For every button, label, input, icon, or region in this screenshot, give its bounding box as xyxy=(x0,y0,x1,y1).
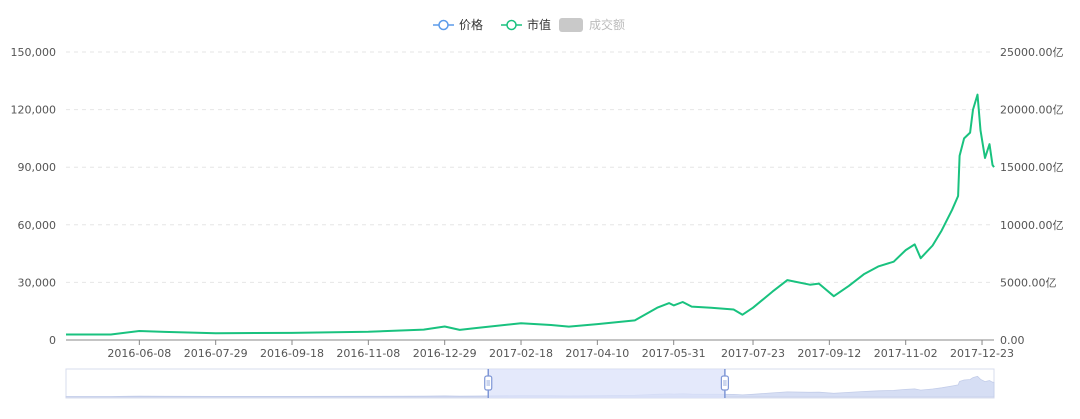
legend-label-volume: 成交额 xyxy=(589,17,625,32)
x-tick-label: 2017-11-02 xyxy=(874,347,938,360)
left-y-tick-label: 60,000 xyxy=(18,219,57,232)
right-y-tick-label: 10000.00亿 xyxy=(1000,219,1064,232)
x-tick-label: 2016-07-29 xyxy=(184,347,248,360)
data-zoom-slider[interactable] xyxy=(65,368,995,399)
series-layer xyxy=(66,93,995,336)
right-y-tick-label: 15000.00亿 xyxy=(1000,161,1064,174)
x-tick-label: 2016-12-29 xyxy=(413,347,477,360)
x-tick-label: 2016-11-08 xyxy=(336,347,400,360)
x-tick-label: 2017-12-23 xyxy=(950,347,1014,360)
legend: 价格 市值 成交额 xyxy=(433,17,625,32)
x-tick-label: 2017-05-31 xyxy=(642,347,706,360)
legend-label-price: 价格 xyxy=(459,17,483,32)
legend-marker-icon xyxy=(438,19,449,31)
left-y-tick-label: 30,000 xyxy=(18,276,57,289)
x-tick-label: 2017-04-10 xyxy=(565,347,629,360)
left-y-tick-label: 120,000 xyxy=(11,104,57,117)
right-y-tick-label: 25000.00亿 xyxy=(1000,46,1064,59)
left-y-tick-label: 90,000 xyxy=(18,161,57,174)
series-line-market-cap xyxy=(66,93,995,336)
x-axis: 2016-06-08 2016-07-29 2016-09-18 2016-11-08… xyxy=(66,339,1014,360)
legend-box-icon xyxy=(559,18,583,32)
left-y-axis: 0 30,000 60,000 90,000 120,000 150,000 xyxy=(11,46,57,347)
legend-item-price[interactable]: 价格 xyxy=(433,17,483,32)
left-y-tick-label: 0 xyxy=(49,334,56,347)
left-y-tick-label: 150,000 xyxy=(11,46,57,59)
right-y-tick-label: 5000.00亿 xyxy=(1000,276,1057,289)
market-chart: 价格 市值 成交额 0 30,000 60,000 90,000 120,000 150,… xyxy=(11,17,1064,399)
grid-lines xyxy=(66,51,994,283)
right-y-tick-label: 0.00 xyxy=(1000,334,1025,347)
legend-label-market-cap: 市值 xyxy=(527,17,551,32)
x-tick-label: 2016-06-08 xyxy=(107,347,171,360)
x-tick-label: 2017-02-18 xyxy=(489,347,553,360)
x-tick-label: 2016-09-18 xyxy=(260,347,324,360)
right-y-axis: 0.00 5000.00亿 10000.00亿 15000.00亿 20000.00亿 2… xyxy=(1000,46,1064,347)
legend-marker-icon xyxy=(506,19,517,31)
legend-item-volume[interactable]: 成交额 xyxy=(559,17,625,32)
legend-item-market-cap[interactable]: 市值 xyxy=(501,17,551,32)
x-tick-label: 2017-07-23 xyxy=(721,347,785,360)
x-tick-label: 2017-09-12 xyxy=(797,347,861,360)
chart-stage: 价格 市值 成交额 0 30,000 60,000 90,000 120,000 150,… xyxy=(0,0,1080,414)
right-y-tick-label: 20000.00亿 xyxy=(1000,104,1064,117)
zoom-slider-window[interactable] xyxy=(488,369,725,398)
